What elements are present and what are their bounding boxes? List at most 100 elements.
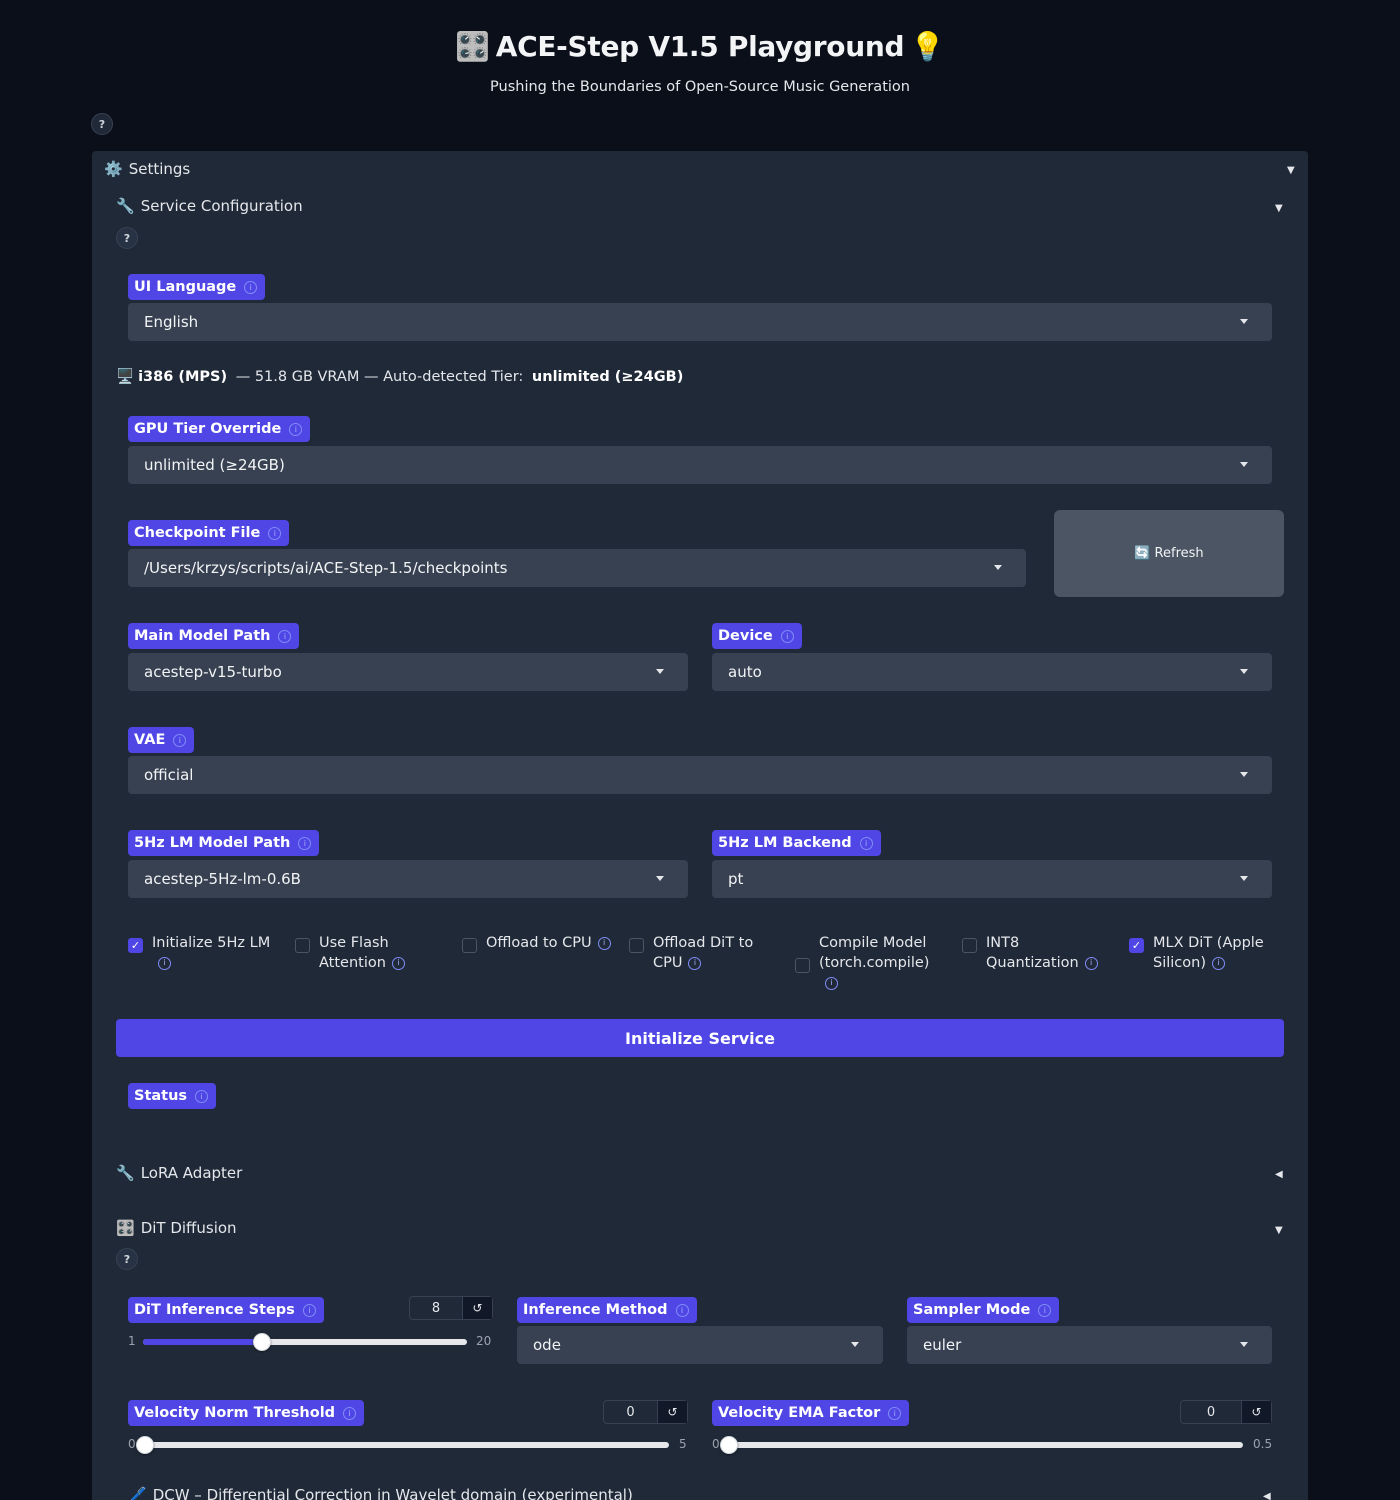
gear-icon: ⚙️ [104, 160, 123, 178]
info-icon[interactable]: i [173, 733, 187, 747]
status-label: Status i [128, 1083, 217, 1109]
slider-max-label: 20 [476, 1334, 492, 1348]
velocity-ema-label: Velocity EMA Factor i [712, 1400, 910, 1426]
lightbulb-icon: 💡 [910, 30, 945, 63]
info-icon[interactable]: i [268, 526, 282, 540]
compile-model-checkbox[interactable]: Compile Model (torch.compile)i [795, 933, 945, 993]
dcw-accordion-header[interactable]: 🖊️ DCW – Differential Correction in Wave… [128, 1486, 633, 1500]
checkbox-box[interactable] [795, 958, 810, 973]
info-icon[interactable]: i [195, 1089, 209, 1103]
main-model-path-select[interactable]: acestep-v15-turbo [128, 653, 688, 691]
info-icon[interactable]: i [391, 956, 405, 970]
velocity-norm-number-input[interactable]: 0 ↺ [603, 1400, 688, 1424]
velocity-ema-slider[interactable] [720, 1436, 1243, 1454]
lm-backend-select[interactable]: pt [712, 860, 1272, 898]
dropdown-arrow-icon [1240, 462, 1248, 467]
offload-cpu-checkbox[interactable]: Offload to CPU i [462, 933, 612, 953]
info-icon[interactable]: i [1084, 956, 1098, 970]
help-icon[interactable]: ? [91, 113, 113, 135]
main-model-path-label: Main Model Path i [128, 623, 300, 649]
checkbox-box[interactable] [629, 938, 644, 953]
page-title: 🎛️ ACE-Step V1.5 Playground 💡 [455, 30, 945, 63]
info-icon[interactable]: i [888, 1406, 902, 1420]
monitor-icon: 🖥️ [116, 369, 135, 385]
lm-model-path-select[interactable]: acestep-5Hz-lm-0.6B [128, 860, 688, 898]
info-icon[interactable]: i [158, 956, 171, 970]
offload-dit-cpu-checkbox[interactable]: Offload DiT to CPU i [629, 933, 779, 973]
slider-min-label: 0 [712, 1437, 720, 1451]
checkmark-icon[interactable]: ✓ [128, 938, 143, 953]
gpu-tier-override-select[interactable]: unlimited (≥24GB) [128, 446, 1272, 484]
collapse-caret-icon[interactable]: ▼ [1275, 203, 1283, 214]
slider-thumb[interactable] [720, 1436, 738, 1454]
expand-caret-icon[interactable]: ◀ [1275, 1169, 1283, 1180]
reset-icon[interactable]: ↺ [1241, 1401, 1271, 1423]
collapse-caret-icon[interactable]: ▼ [1287, 165, 1295, 176]
info-icon[interactable]: i [298, 836, 312, 850]
gpu-tier-override-label: GPU Tier Override i [128, 416, 311, 442]
reset-icon[interactable]: ↺ [657, 1401, 687, 1423]
initialize-lm-checkbox[interactable]: ✓ Initialize 5Hz LMi [128, 933, 278, 973]
info-icon[interactable]: i [675, 1303, 689, 1317]
help-icon[interactable]: ? [116, 227, 138, 249]
reset-icon[interactable]: ↺ [462, 1297, 492, 1319]
initialize-service-button[interactable]: Initialize Service [116, 1019, 1284, 1057]
refresh-icon: 🔄 [1134, 546, 1151, 561]
inference-method-label: Inference Method i [517, 1297, 697, 1323]
info-icon[interactable]: i [343, 1406, 357, 1420]
info-icon[interactable]: i [780, 629, 794, 643]
page-subtitle: Pushing the Boundaries of Open-Source Mu… [490, 79, 910, 95]
info-icon[interactable]: i [244, 280, 258, 294]
lm-model-path-label: 5Hz LM Model Path i [128, 830, 320, 856]
info-icon[interactable]: i [859, 836, 873, 850]
refresh-button[interactable]: 🔄 Refresh [1054, 510, 1284, 597]
int8-quantization-checkbox[interactable]: INT8 Quantization i [962, 933, 1112, 973]
pencil-icon: 🖊️ [128, 1486, 147, 1500]
flash-attention-checkbox[interactable]: Use Flash Attention i [295, 933, 445, 973]
info-icon[interactable]: i [302, 1303, 316, 1317]
info-icon[interactable]: i [825, 976, 838, 990]
vae-select[interactable]: official [128, 756, 1272, 794]
sampler-mode-select[interactable]: euler [907, 1326, 1272, 1364]
slider-max-label: 5 [679, 1437, 687, 1451]
info-icon[interactable]: i [1211, 956, 1225, 970]
sampler-mode-label: Sampler Mode i [907, 1297, 1060, 1323]
velocity-norm-slider[interactable] [136, 1436, 669, 1454]
dit-diffusion-accordion-header[interactable]: 🎛️ DiT Diffusion [116, 1219, 237, 1237]
info-icon[interactable]: i [289, 422, 303, 436]
checkbox-box[interactable] [462, 938, 477, 953]
inference-steps-slider[interactable] [143, 1333, 467, 1351]
info-icon[interactable]: i [278, 629, 292, 643]
expand-caret-icon[interactable]: ◀ [1263, 1491, 1271, 1500]
inference-method-select[interactable]: ode [517, 1326, 883, 1364]
checkmark-icon[interactable]: ✓ [1129, 938, 1144, 953]
checkbox-box[interactable] [295, 938, 310, 953]
slider-max-label: 0.5 [1253, 1437, 1273, 1451]
mlx-dit-checkbox[interactable]: ✓ MLX DiT (Apple Silicon) i [1129, 933, 1279, 973]
info-icon[interactable]: i [688, 956, 702, 970]
control-knobs-icon: 🎛️ [455, 30, 490, 63]
wrench-icon: 🔧 [116, 1164, 135, 1182]
settings-accordion-header[interactable]: ⚙️ Settings [104, 160, 190, 178]
ui-language-label: UI Language i [128, 274, 266, 300]
vae-label: VAE i [128, 727, 195, 753]
collapse-caret-icon[interactable]: ▼ [1275, 1225, 1283, 1236]
info-icon[interactable]: i [597, 936, 611, 950]
device-label: Device i [712, 623, 802, 649]
wrench-icon: 🔧 [116, 197, 135, 215]
lora-adapter-accordion-header[interactable]: 🔧 LoRA Adapter [116, 1164, 242, 1182]
gpu-info-text: 🖥️ i386 (MPS) — 51.8 GB VRAM — Auto-dete… [116, 368, 684, 386]
dropdown-arrow-icon [994, 565, 1002, 570]
slider-thumb[interactable] [136, 1436, 154, 1454]
velocity-ema-number-input[interactable]: 0 ↺ [1180, 1400, 1272, 1424]
checkbox-box[interactable] [962, 938, 977, 953]
ui-language-select[interactable]: English [128, 303, 1272, 341]
dropdown-arrow-icon [1240, 772, 1248, 777]
service-config-accordion-header[interactable]: 🔧 Service Configuration [116, 197, 303, 215]
info-icon[interactable]: i [1038, 1303, 1052, 1317]
dropdown-arrow-icon [1240, 876, 1248, 881]
inference-steps-number-input[interactable]: 8 ↺ [409, 1296, 493, 1320]
help-icon[interactable]: ? [116, 1248, 138, 1270]
device-select[interactable]: auto [712, 653, 1272, 691]
checkpoint-file-select[interactable]: /Users/krzys/scripts/ai/ACE-Step-1.5/che… [128, 549, 1026, 587]
